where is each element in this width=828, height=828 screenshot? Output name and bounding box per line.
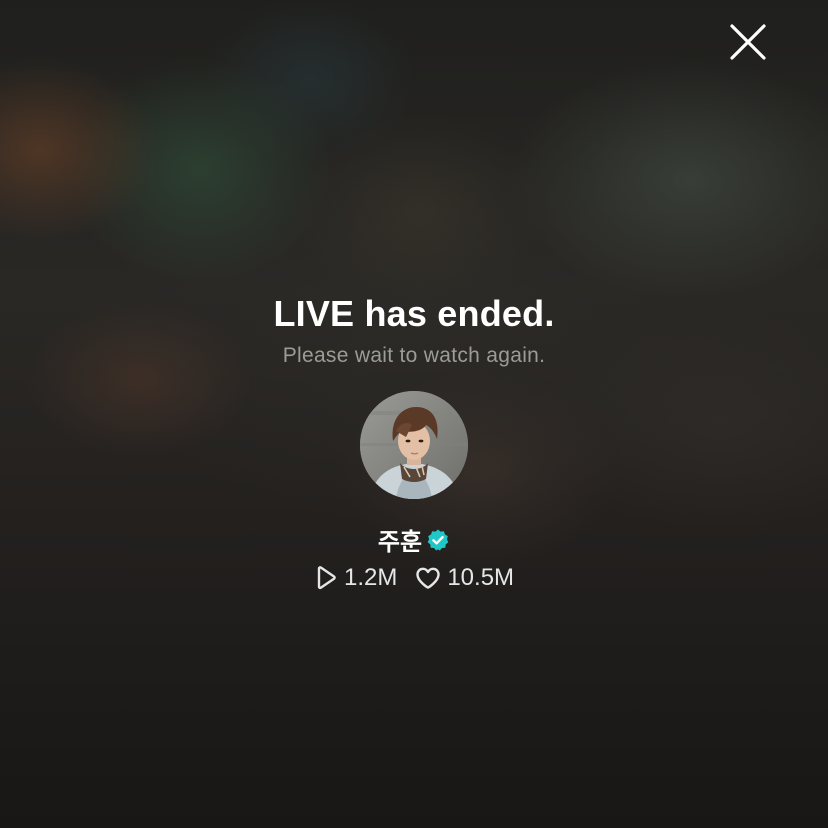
verified-badge-icon	[426, 528, 450, 552]
stats-row: 1.2M 10.5M	[0, 564, 828, 592]
artist-name: 주훈	[377, 529, 423, 556]
likes-count: 10.5M	[447, 564, 515, 591]
heart-icon	[416, 567, 441, 589]
live-ended-title: LIVE has ended.	[273, 293, 555, 334]
plays-count: 1.2M	[343, 564, 398, 591]
ended-message-panel: LIVE has ended. Please wait to watch aga…	[0, 0, 828, 828]
likes-stat: 10.5M	[415, 564, 514, 592]
play-icon	[317, 566, 336, 590]
live-ended-subtitle: Please wait to watch again.	[282, 344, 546, 367]
live-ended-screen: LIVE has ended. Please wait to watch aga…	[0, 0, 828, 828]
avatar[interactable]	[360, 391, 468, 499]
artist-name-row[interactable]: 주훈	[0, 522, 828, 557]
plays-stat: 1.2M	[314, 564, 397, 592]
